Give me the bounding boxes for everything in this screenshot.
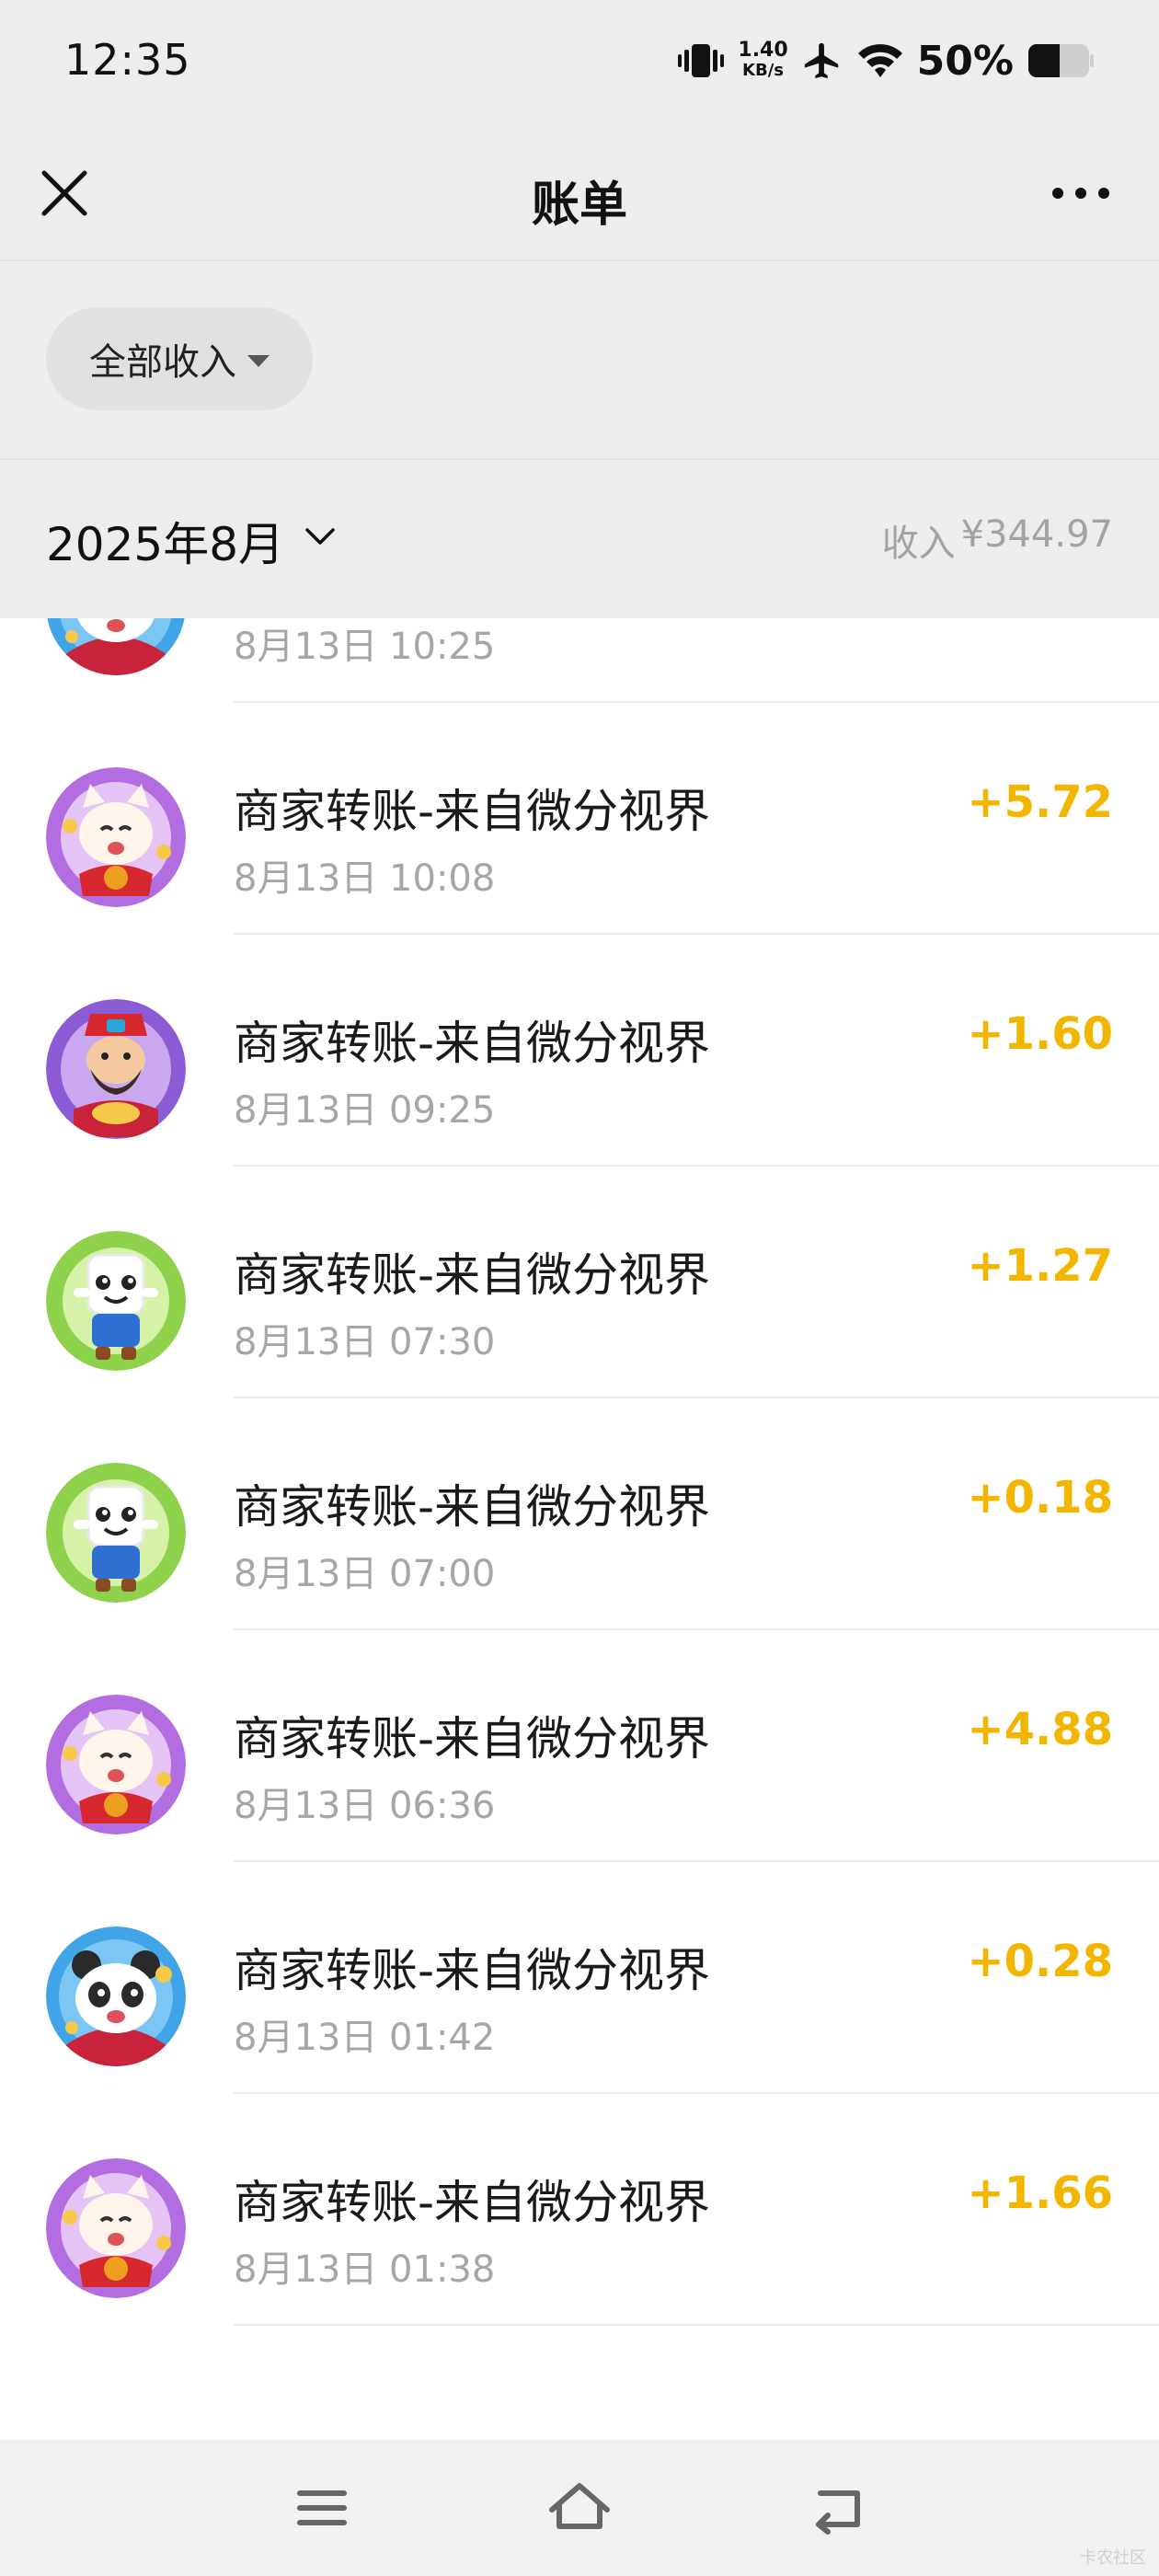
more-icon — [1052, 188, 1109, 199]
month-bar: 2025年8月 收入 ¥344.97 — [0, 460, 1159, 618]
merchant-avatar — [46, 999, 186, 1139]
home-button[interactable] — [543, 2471, 616, 2545]
transaction-title: 商家转账-来自微分视界 — [234, 1017, 711, 1070]
back-icon — [816, 2490, 860, 2535]
wifi-icon — [857, 44, 902, 77]
transaction-amount: +4.88 — [967, 1704, 1113, 1755]
vibrate-icon — [678, 44, 725, 77]
merchant-avatar — [46, 618, 186, 675]
transaction-time: 8月13日 10:25 — [234, 626, 496, 668]
income-summary: 收入 ¥344.97 — [882, 513, 1113, 567]
transaction-time: 8月13日 07:00 — [234, 1553, 496, 1595]
transaction-list-content: 商家转账-来自微分视界8月13日 10:25+0.10 商家转账-来自微分视界 8… — [0, 618, 1159, 2326]
transaction-row[interactable]: 商家转账-来自微分视界 8月13日 07:30 +1.27 — [0, 1167, 1159, 1398]
transaction-row[interactable]: 商家转账-来自微分视界 8月13日 09:25 +1.60 — [0, 935, 1159, 1167]
income-amount: ¥344.97 — [960, 513, 1113, 556]
menu-button[interactable] — [285, 2471, 359, 2545]
transaction-amount: +1.60 — [967, 1008, 1113, 1060]
transaction-row[interactable]: 商家转账-来自微分视界 8月13日 06:36 +4.88 — [0, 1630, 1159, 1862]
transaction-time: 8月13日 07:30 — [234, 1321, 496, 1363]
transaction-time: 8月13日 06:36 — [234, 1785, 496, 1827]
transaction-time: 8月13日 10:08 — [234, 857, 496, 900]
transaction-list[interactable]: 商家转账-来自微分视界8月13日 10:25+0.10 商家转账-来自微分视界 8… — [0, 618, 1159, 2440]
bill-page: 12:35 1.40 KB/s 50% 账单 全部收入 2025年8月 收入 ¥… — [0, 0, 1159, 2576]
navigation-bar: 账单 — [0, 129, 1159, 258]
row-divider — [234, 2324, 1159, 2326]
transaction-amount: +1.66 — [967, 2168, 1113, 2219]
menu-icon — [297, 2490, 347, 2525]
transaction-amount: +0.28 — [967, 1936, 1113, 1987]
net-speed: 1.40 KB/s — [738, 40, 787, 81]
merchant-avatar — [46, 1695, 186, 1834]
battery-icon — [1028, 44, 1094, 77]
battery-percent: 50% — [916, 37, 1014, 85]
transaction-amount: +5.72 — [967, 776, 1113, 828]
home-icon — [549, 2483, 610, 2529]
transaction-time: 8月13日 01:42 — [234, 2017, 496, 2059]
month-selector[interactable]: 2025年8月 — [46, 508, 284, 574]
merchant-avatar — [46, 1231, 186, 1371]
transaction-title: 商家转账-来自微分视界 — [234, 1944, 711, 1997]
transaction-time: 8月13日 01:38 — [234, 2248, 496, 2291]
status-time: 12:35 — [64, 35, 191, 85]
transaction-row[interactable]: 商家转账-来自微分视界 8月13日 01:42 +0.28 — [0, 1862, 1159, 2094]
net-speed-unit: KB/s — [742, 61, 785, 80]
merchant-avatar — [46, 1926, 186, 2066]
airplane-icon — [804, 42, 838, 79]
header-divider — [0, 259, 1159, 261]
filter-label: 全部收入 — [89, 341, 236, 384]
merchant-avatar — [46, 1463, 186, 1603]
transaction-title: 商家转账-来自微分视界 — [234, 1248, 711, 1302]
system-navigation-bar: 卡农社区 — [0, 2440, 1159, 2576]
chevron-down-icon[interactable] — [304, 521, 337, 554]
merchant-avatar — [46, 2158, 186, 2298]
transaction-time: 8月13日 09:25 — [234, 1089, 496, 1132]
header-area: 12:35 1.40 KB/s 50% 账单 全部收入 2025年8月 收入 ¥… — [0, 0, 1159, 618]
transaction-title: 商家转账-来自微分视界 — [234, 1712, 711, 1765]
transaction-title: 商家转账-来自微分视界 — [234, 2176, 711, 2229]
transaction-amount: +1.27 — [967, 1240, 1113, 1292]
caret-down-icon — [247, 354, 270, 367]
transaction-row[interactable]: 商家转账-来自微分视界 8月13日 01:38 +1.66 — [0, 2094, 1159, 2326]
status-icons: 1.40 KB/s 50% — [677, 33, 1095, 88]
income-filter-dropdown[interactable]: 全部收入 — [46, 307, 313, 410]
back-button[interactable] — [802, 2471, 876, 2545]
income-label: 收入 — [881, 523, 956, 565]
more-button[interactable] — [1039, 156, 1122, 230]
transaction-row[interactable]: 商家转账-来自微分视界8月13日 10:25+0.10 — [0, 618, 1159, 703]
transaction-row[interactable]: 商家转账-来自微分视界 8月13日 10:08 +5.72 — [0, 703, 1159, 935]
transaction-amount: +0.18 — [967, 1472, 1113, 1524]
transaction-title: 商家转账-来自微分视界 — [234, 785, 711, 838]
page-title: 账单 — [531, 178, 627, 233]
watermark-text: 卡农社区 — [1080, 2548, 1146, 2568]
transaction-title: 商家转账-来自微分视界 — [234, 1480, 711, 1534]
status-bar: 12:35 1.40 KB/s 50% — [0, 0, 1159, 129]
transaction-row[interactable]: 商家转账-来自微分视界 8月13日 07:00 +0.18 — [0, 1398, 1159, 1630]
net-speed-value: 1.40 — [738, 39, 788, 62]
merchant-avatar — [46, 767, 186, 907]
